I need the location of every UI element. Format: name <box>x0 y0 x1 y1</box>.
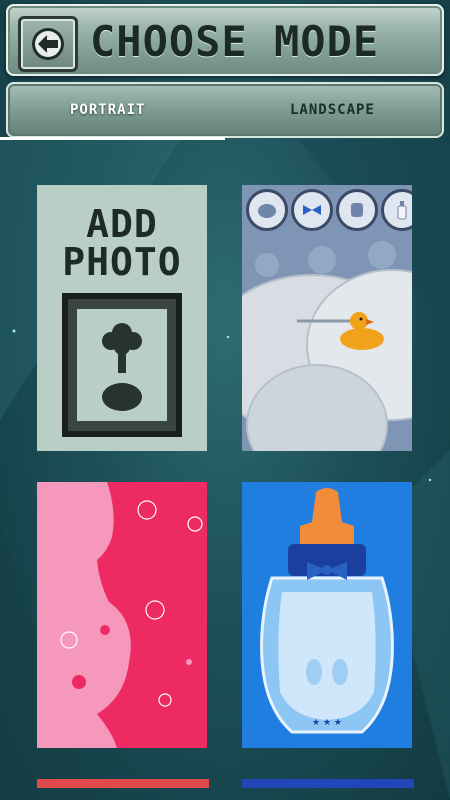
photo-frame-icon <box>62 293 182 437</box>
header-bar: CHOOSE MODE <box>6 4 444 76</box>
back-arrow-icon <box>32 28 64 60</box>
pregnancy-silhouette-artwork <box>37 482 207 748</box>
baby-bottle-frame-card[interactable]: ★ ★ ★ <box>242 482 412 748</box>
pregnancy-frame-card[interactable] <box>37 482 207 748</box>
next-frame-preview-blue[interactable] <box>242 779 414 788</box>
baby-bottle-artwork: ★ ★ ★ <box>242 482 412 748</box>
page-title: CHOOSE MODE <box>90 17 380 66</box>
next-frame-preview-red[interactable] <box>37 779 209 788</box>
duck-frame-card[interactable] <box>242 185 412 451</box>
onesie-icon <box>336 189 378 231</box>
orientation-tabs: PORTRAIT LANDSCAPE <box>6 82 444 138</box>
bottle-icon <box>381 189 412 231</box>
back-button[interactable] <box>18 16 78 72</box>
bow-icon <box>291 189 333 231</box>
selected-tab-indicator <box>0 137 225 140</box>
bib-icon <box>246 189 288 231</box>
tab-landscape[interactable]: LANDSCAPE <box>290 82 375 138</box>
add-photo-card[interactable]: ADD PHOTO <box>37 185 207 451</box>
tab-portrait[interactable]: PORTRAIT <box>70 82 145 138</box>
frame-icon-row <box>246 189 412 231</box>
svg-text:★ ★ ★: ★ ★ ★ <box>312 718 342 728</box>
